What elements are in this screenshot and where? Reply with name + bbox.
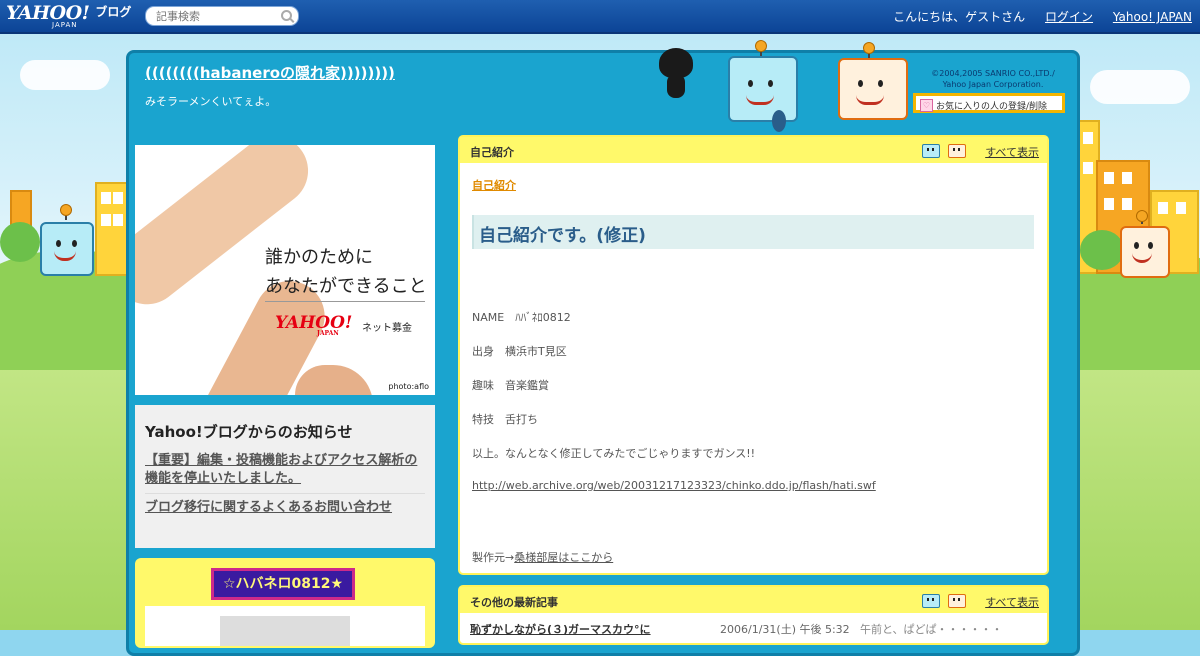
greeting-text: こんにちは、ゲストさん bbox=[893, 10, 1026, 24]
copyright-text: ©2004,2005 SANRIO CO.,LTD./ Yahoo Japan … bbox=[918, 68, 1068, 90]
profile-inner-box bbox=[145, 606, 425, 646]
tree bbox=[0, 222, 40, 262]
clasped-hands-image bbox=[295, 365, 373, 395]
panel-title: 自己紹介 bbox=[470, 146, 514, 159]
category-link[interactable]: 自己紹介 bbox=[472, 177, 516, 193]
profile-closing-line: 以上。なんとなく修正してみたでごじゃりますでガンス!! bbox=[472, 447, 756, 460]
profile-hobby-line: 趣味 音楽鑑賞 bbox=[472, 379, 549, 392]
notice-title: Yahoo!ブログからのお知らせ bbox=[145, 423, 353, 441]
photo-credit: photo:aflo bbox=[388, 382, 429, 391]
profile-name-line: NAME ﾊﾊﾞﾈﾛ0812 bbox=[472, 311, 571, 324]
yahoo-japan-link[interactable]: Yahoo! JAPAN bbox=[1113, 10, 1192, 24]
profile-badge[interactable]: ☆ハバネロ0812★ bbox=[211, 568, 355, 600]
cloud bbox=[1090, 70, 1190, 104]
yahoo-logo-word: YAHOO! bbox=[275, 313, 353, 333]
blue-robot-icon bbox=[920, 590, 940, 608]
search-input[interactable] bbox=[154, 9, 278, 24]
show-all-link[interactable]: すべて表示 bbox=[985, 144, 1039, 160]
self-intro-panel: 自己紹介 すべて表示 自己紹介 自己紹介です。(修正) NAME ﾊﾊﾞﾈﾛ08… bbox=[458, 135, 1049, 575]
profile-image-placeholder bbox=[220, 616, 350, 646]
latest-entries-panel: その他の最新記事 すべて表示 恥ずかしながら(３)ガーマスカウ°に 2006/1… bbox=[458, 585, 1049, 645]
orange-robot-icon bbox=[946, 590, 966, 608]
entry-title: 自己紹介です。(修正) bbox=[479, 226, 646, 246]
ad-headline-1: 誰かのために bbox=[265, 247, 373, 268]
yahoo-logo-japan-small: JAPAN bbox=[317, 330, 339, 337]
yahoo-blog-logo[interactable]: YAHOO! JAPAN ブログ bbox=[6, 2, 132, 29]
search-box bbox=[145, 6, 299, 26]
favorite-register-label: お気に入りの人の登録/削除 bbox=[936, 102, 1048, 112]
top-nav: こんにちは、ゲストさん ログイン Yahoo! JAPAN bbox=[877, 8, 1192, 25]
panel-header: その他の最新記事 すべて表示 bbox=[460, 587, 1047, 613]
search-icon[interactable] bbox=[281, 10, 292, 21]
blog-title[interactable]: ((((((((habaneroの隠れ家)))))))) bbox=[145, 62, 395, 83]
orange-robot-icon bbox=[946, 140, 966, 158]
credit-line: 製作元→桑様部屋はここから bbox=[472, 549, 613, 565]
entry-title-bar: 自己紹介です。(修正) bbox=[472, 215, 1034, 249]
show-all-link[interactable]: すべて表示 bbox=[985, 594, 1039, 610]
blog-logo-text: ブログ bbox=[95, 5, 132, 19]
cloud bbox=[20, 60, 110, 90]
top-bar: YAHOO! JAPAN ブログ こんにちは、ゲストさん ログイン Yahoo!… bbox=[0, 0, 1200, 34]
notice-link-important[interactable]: 【重要】編集・投稿機能およびアクセス解析の機能を停止いたしました。 bbox=[145, 452, 425, 494]
building bbox=[95, 182, 129, 276]
panel-header: 自己紹介 すべて表示 bbox=[460, 137, 1047, 163]
copyright-line-2: Yahoo Japan Corporation. bbox=[942, 80, 1044, 89]
credit-prefix: 製作元→ bbox=[472, 551, 515, 564]
blue-robot-icon bbox=[920, 140, 940, 158]
profile-hometown-line: 出身 横浜市T見区 bbox=[472, 345, 567, 358]
entry-date: 2006/1/31(土) 午後 5:32 bbox=[720, 623, 850, 636]
yahoo-logo-japan: JAPAN bbox=[52, 21, 78, 29]
profile-skill-line: 特技 舌打ち bbox=[472, 413, 538, 426]
login-link[interactable]: ログイン bbox=[1045, 10, 1093, 24]
archive-link[interactable]: http://web.archive.org/web/2003121712332… bbox=[472, 479, 876, 492]
ad-headline-2: あなたができること bbox=[265, 276, 427, 297]
favorite-register-button[interactable]: ♡ お気に入りの人の登録/削除 bbox=[913, 93, 1065, 113]
blog-description: みそラーメンくいてぇよ。 bbox=[145, 95, 277, 108]
charity-ad-banner[interactable]: 誰かのために あなたができること YAHOO! JAPAN ネット募金 phot… bbox=[135, 145, 435, 395]
credit-link[interactable]: 桑様部屋はここから bbox=[514, 551, 613, 564]
copyright-line-1: ©2004,2005 SANRIO CO.,LTD./ bbox=[931, 69, 1055, 78]
notice-link-faq[interactable]: ブログ移行に関するよくあるお問い合わせ bbox=[145, 499, 425, 522]
heart-icon: ♡ bbox=[920, 99, 933, 112]
list-item: 恥ずかしながら(３)ガーマスカウ°に 2006/1/31(土) 午後 5:32 … bbox=[470, 621, 1040, 637]
net-donation-label: ネット募金 bbox=[362, 323, 412, 334]
panel-title: その他の最新記事 bbox=[470, 596, 558, 609]
yahoo-japan-logo: YAHOO! JAPAN bbox=[275, 313, 353, 337]
tree bbox=[1080, 230, 1124, 270]
entry-comment: 午前と、ぱどぱ・・・・・・ bbox=[860, 623, 1003, 636]
ad-divider bbox=[265, 301, 425, 302]
profile-badge-box: ☆ハバネロ0812★ bbox=[135, 558, 435, 648]
yahoo-blog-notice: Yahoo!ブログからのお知らせ 【重要】編集・投稿機能およびアクセス解析の機能… bbox=[135, 405, 435, 548]
